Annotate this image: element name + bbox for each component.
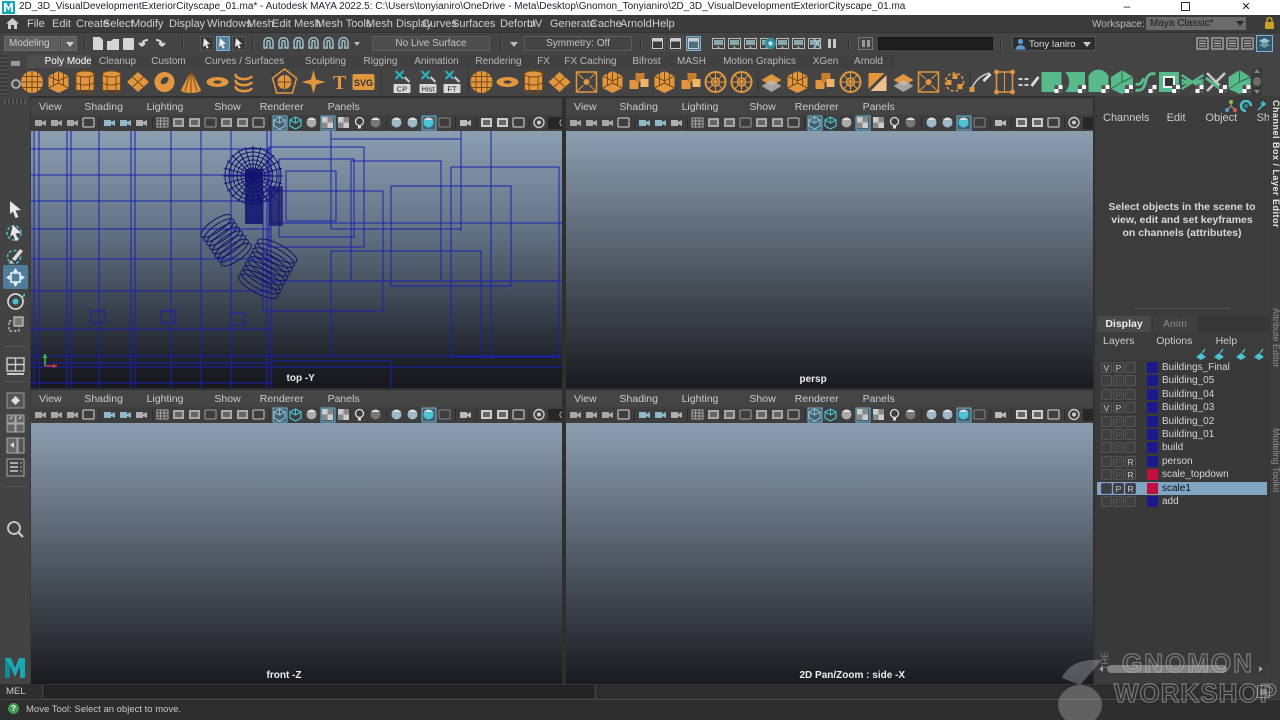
svg-text:T: T <box>333 72 347 94</box>
svg-text:THE: THE <box>1100 652 1110 670</box>
svg-text:SVG: SVG <box>354 78 373 88</box>
svg-text:0.00: 0.00 <box>559 118 562 128</box>
svg-text:top -Y: top -Y <box>287 373 316 384</box>
svg-text:Hist: Hist <box>422 85 436 94</box>
svg-text:CP: CP <box>397 85 407 94</box>
svg-text:FT: FT <box>447 85 457 94</box>
svg-text:WORKSHOP: WORKSHOP <box>1114 678 1278 708</box>
svg-text:GNOMON: GNOMON <box>1122 648 1254 678</box>
svg-text:0.00: 0.00 <box>559 410 562 420</box>
